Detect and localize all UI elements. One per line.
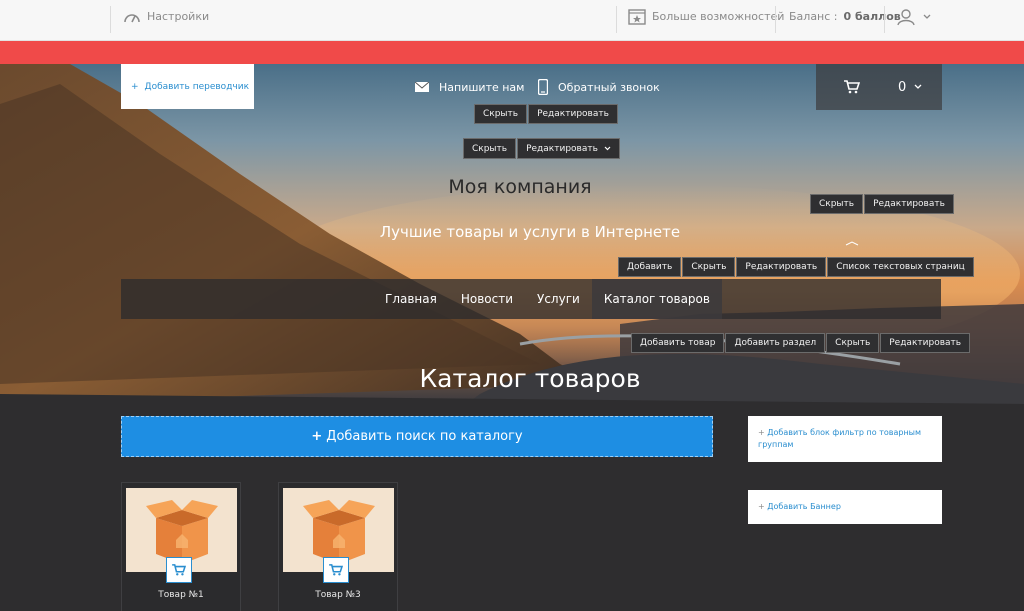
product-name[interactable]: Товар №3 xyxy=(279,590,397,600)
phone-icon xyxy=(538,79,548,95)
add-banner-label: + Добавить Баннер xyxy=(758,501,841,513)
star-window-icon xyxy=(628,8,646,25)
add-banner-text: Добавить Баннер xyxy=(767,502,841,511)
page-title: Каталог товаров xyxy=(419,364,641,393)
admin-topbar: Настройки Больше возможностей Баланс : 0… xyxy=(0,0,1024,41)
add-banner-button[interactable]: + Добавить Баннер xyxy=(748,490,942,524)
edit-button[interactable]: Редактировать xyxy=(528,104,618,124)
settings-link[interactable]: Настройки xyxy=(123,0,209,33)
divider xyxy=(110,6,111,33)
cart-count: 0 xyxy=(898,79,907,95)
speedometer-icon xyxy=(124,13,140,22)
add-to-cart-button[interactable] xyxy=(166,557,192,583)
hide-button[interactable]: Скрыть xyxy=(810,194,864,214)
product-card[interactable]: Товар №3 xyxy=(278,482,398,611)
add-product-button[interactable]: Добавить товар xyxy=(631,333,725,353)
add-section-button[interactable]: Добавить раздел xyxy=(725,333,826,353)
nav-item-home[interactable]: Главная xyxy=(373,279,449,319)
callback-label: Обратный звонок xyxy=(558,80,660,94)
add-to-cart-button[interactable] xyxy=(323,557,349,583)
chevron-down-icon xyxy=(914,84,922,89)
product-name[interactable]: Товар №1 xyxy=(122,590,240,600)
accent-bar xyxy=(0,41,1024,64)
logo-edit-controls: Скрыть Редактировать xyxy=(463,138,620,159)
settings-label: Настройки xyxy=(147,10,210,23)
cart-widget[interactable]: 0 xyxy=(816,64,942,110)
edit-button[interactable]: Редактировать xyxy=(736,257,827,277)
cart-icon xyxy=(172,564,186,576)
nav-item-services[interactable]: Услуги xyxy=(525,279,592,319)
chevron-down-icon xyxy=(923,14,931,19)
balance-label: Баланс : xyxy=(789,10,838,23)
add-button[interactable]: Добавить xyxy=(618,257,682,277)
catalog-edit-controls: Добавить товар Добавить раздел Скрыть Ре… xyxy=(631,333,971,353)
company-name: Моя компания xyxy=(448,176,592,198)
add-filter-label: + Добавить блок фильтр по товарным групп… xyxy=(758,427,932,451)
cart-icon xyxy=(329,564,343,576)
add-catalog-search-label: Добавить поиск по каталогу xyxy=(326,429,523,444)
edit-label: Редактировать xyxy=(526,143,598,154)
add-guide-label: Добавить переводчик xyxy=(144,81,250,92)
write-us-label: Напишите нам xyxy=(439,80,525,94)
plus-icon: + xyxy=(758,502,768,511)
nav-item-catalog[interactable]: Каталог товаров xyxy=(591,279,722,319)
header-edit-controls: Скрыть Редактировать xyxy=(474,104,618,124)
product-card[interactable]: Товар №1 xyxy=(121,482,241,611)
hide-button[interactable]: Скрыть xyxy=(463,138,517,159)
hide-button[interactable]: Скрыть xyxy=(474,104,528,124)
nav-item-news[interactable]: Новости xyxy=(449,279,525,319)
edit-button[interactable]: Редактировать xyxy=(864,194,954,214)
divider xyxy=(616,6,617,33)
envelope-icon xyxy=(415,82,429,92)
divider xyxy=(884,6,885,33)
add-catalog-search-button[interactable]: + Добавить поиск по каталогу xyxy=(121,416,713,457)
more-features-label: Больше возможностей xyxy=(652,10,785,23)
text-pages-button[interactable]: Список текстовых страниц xyxy=(827,257,974,277)
more-features-link[interactable]: Больше возможностей xyxy=(628,0,784,33)
menu-edit-controls: Добавить Скрыть Редактировать Список тек… xyxy=(618,257,974,277)
divider xyxy=(775,6,776,33)
company-edit-controls: Скрыть Редактировать xyxy=(810,194,954,214)
add-filter-text: Добавить блок фильтр по товарным группам xyxy=(758,428,922,449)
hide-button[interactable]: Скрыть xyxy=(826,333,880,353)
main-navigation: Главная Новости Услуги Каталог товаров xyxy=(121,279,941,319)
plus-icon: + xyxy=(131,81,139,92)
plus-icon: + xyxy=(311,429,323,444)
add-filter-block-button[interactable]: + Добавить блок фильтр по товарным групп… xyxy=(748,416,942,462)
company-slogan: Лучшие товары и услуги в Интернете xyxy=(379,223,681,241)
user-icon xyxy=(897,8,915,25)
cart-icon xyxy=(844,80,860,94)
chevron-down-icon xyxy=(604,146,611,151)
user-menu-button[interactable] xyxy=(897,0,931,33)
balance-value: 0 баллов xyxy=(843,10,901,23)
add-guide-button[interactable]: + Добавить переводчик xyxy=(121,64,254,109)
hide-button[interactable]: Скрыть xyxy=(682,257,736,277)
edit-button[interactable]: Редактировать xyxy=(880,333,971,353)
edit-dropdown-button[interactable]: Редактировать xyxy=(517,138,620,159)
plus-icon: + xyxy=(758,428,768,437)
